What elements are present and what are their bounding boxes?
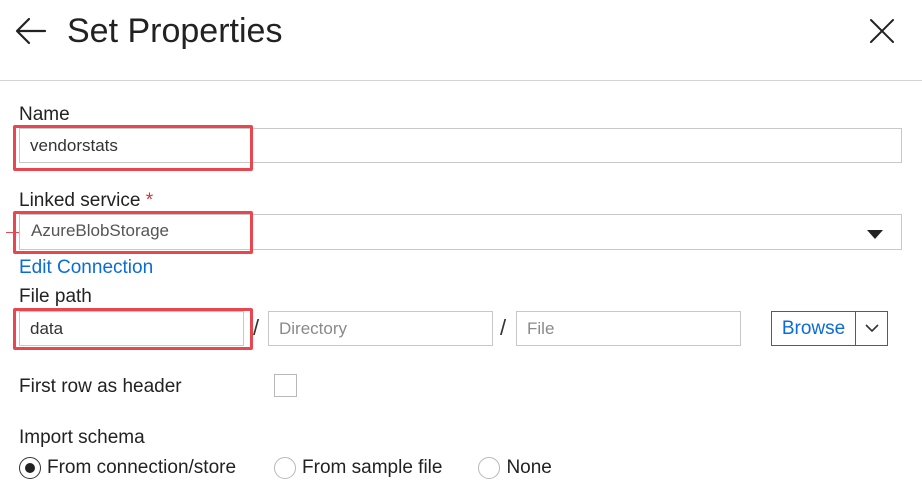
container-input[interactable] (19, 311, 244, 346)
import-schema-radio-group: From connection/store From sample file N… (19, 457, 590, 479)
page-title: Set Properties (67, 12, 283, 50)
radio-option-none[interactable]: None (478, 457, 552, 479)
name-label: Name (19, 104, 70, 125)
linked-service-label: Linked service * (19, 190, 153, 212)
chevron-down-icon (864, 324, 879, 333)
linked-service-label-text: Linked service (19, 190, 141, 211)
file-input[interactable] (516, 311, 741, 346)
radio-button-selected[interactable] (19, 457, 41, 479)
linked-service-value: AzureBlobStorage (31, 221, 169, 240)
header-divider (0, 80, 922, 81)
radio-label: From connection/store (47, 457, 237, 478)
edit-connection-link[interactable]: Edit Connection (19, 257, 153, 279)
browse-button[interactable]: Browse (772, 312, 856, 345)
linked-service-select[interactable]: AzureBlobStorage (19, 214, 902, 250)
browse-split-button: Browse (771, 311, 888, 346)
path-separator: / (253, 315, 260, 340)
required-indicator-line (6, 232, 19, 233)
radio-label: From sample file (302, 457, 443, 478)
back-arrow-icon[interactable] (14, 14, 48, 48)
radio-button[interactable] (478, 457, 501, 479)
path-separator: / (500, 315, 507, 340)
radio-button[interactable] (274, 457, 297, 479)
required-mark: * (145, 190, 154, 211)
radio-option-connection-store[interactable]: From connection/store (19, 457, 236, 479)
caret-down-icon (867, 230, 883, 239)
import-schema-label: Import schema (19, 427, 145, 448)
radio-option-sample-file[interactable]: From sample file (274, 457, 442, 479)
file-path-label: File path (19, 286, 92, 307)
browse-dropdown-button[interactable] (856, 312, 887, 345)
close-icon[interactable] (868, 17, 896, 45)
first-row-header-label: First row as header (19, 376, 182, 397)
radio-label: None (506, 457, 552, 478)
name-input[interactable] (19, 128, 902, 163)
first-row-header-checkbox[interactable] (274, 374, 297, 397)
directory-input[interactable] (268, 311, 493, 346)
